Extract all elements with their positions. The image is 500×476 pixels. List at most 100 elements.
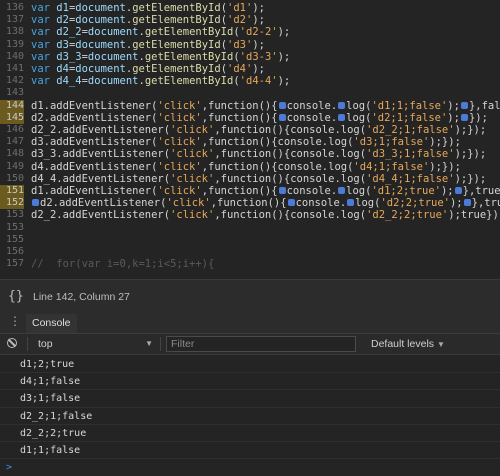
message-divider xyxy=(0,423,500,425)
inline-breakpoint-icon[interactable] xyxy=(287,199,295,207)
code-line[interactable]: 150 d4_4.addEventListener('click',functio… xyxy=(0,173,500,185)
code-line[interactable]: 153 xyxy=(0,222,500,234)
breakpoint-line-number[interactable]: 152 xyxy=(0,197,24,210)
code-line[interactable]: 146 d2_2.addEventListener('click',functio… xyxy=(0,124,500,136)
code-token: 'click' xyxy=(170,172,215,185)
inline-breakpoint-icon[interactable] xyxy=(338,187,346,194)
code-token: ,function(){ xyxy=(201,185,278,197)
code-token: var xyxy=(31,50,57,63)
log-levels-dropdown[interactable]: Default levels ▼ xyxy=(371,337,445,352)
code-token: getElementById xyxy=(144,26,234,39)
code-text: d4.addEventListener('click',function(){c… xyxy=(31,161,461,173)
tab-console[interactable]: Console xyxy=(26,314,77,333)
breakpoint-line-number[interactable]: 145 xyxy=(0,111,24,124)
line-number[interactable]: 153 xyxy=(0,209,24,221)
code-line[interactable]: 145 d2.addEventListener('click',function(… xyxy=(0,111,500,124)
line-number[interactable]: 141 xyxy=(0,63,24,75)
inline-breakpoint-icon[interactable] xyxy=(338,113,346,121)
code-text: var d2_2=document.getElementById('d2-2')… xyxy=(31,26,290,38)
code-line[interactable]: 137 var d2=document.getElementById('d2'); xyxy=(0,14,500,26)
code-token: 'd3_3;1;false' xyxy=(366,148,455,161)
code-line[interactable]: 140 var d3_3=document.getElementById('d3-… xyxy=(0,51,500,63)
line-number[interactable]: 139 xyxy=(0,39,24,51)
inline-breakpoint-icon[interactable] xyxy=(32,199,39,207)
code-token: ,function(){console.log( xyxy=(214,148,367,161)
line-number[interactable]: 147 xyxy=(0,136,24,148)
context-selector[interactable]: top ▼ xyxy=(38,337,153,351)
code-editor[interactable]: 136 var d1=document.getElementById('d1');… xyxy=(0,0,500,279)
inline-breakpoint-icon[interactable] xyxy=(460,101,468,109)
toolbar-divider xyxy=(160,337,161,351)
inline-breakpoint-icon[interactable] xyxy=(463,199,471,207)
line-number[interactable]: 150 xyxy=(0,173,24,185)
code-token: console. xyxy=(286,111,338,124)
inline-breakpoint-icon[interactable] xyxy=(347,199,355,207)
line-number[interactable]: 137 xyxy=(0,14,24,26)
breakpoint-line-number[interactable]: 151 xyxy=(0,185,24,197)
line-number[interactable]: 146 xyxy=(0,124,24,136)
code-line[interactable]: 147 d3.addEventListener('click',function(… xyxy=(0,136,500,148)
filter-input[interactable]: Filter xyxy=(166,336,356,352)
code-line[interactable]: 157 // for(var i=0,k=1;i<5;i++){ xyxy=(0,258,500,270)
code-line[interactable]: 149 d4.addEventListener('click',function(… xyxy=(0,161,500,173)
pretty-print-icon[interactable]: {} xyxy=(8,289,24,304)
inline-breakpoint-icon[interactable] xyxy=(278,187,286,194)
code-token: 'd4;1;false' xyxy=(353,160,430,173)
code-line[interactable]: 141 var d4=document.getElementById('d4'); xyxy=(0,63,500,75)
code-token: console. xyxy=(286,99,338,112)
code-text: d4_4.addEventListener('click',function()… xyxy=(31,173,486,185)
line-number[interactable]: 155 xyxy=(0,234,24,246)
code-token: 'd2;1;false' xyxy=(371,111,448,124)
log-levels-label: Default levels xyxy=(371,338,435,350)
code-line[interactable]: 155 xyxy=(0,234,500,246)
drawer-menu-icon[interactable]: ⋮ xyxy=(9,314,21,328)
inline-breakpoint-icon[interactable] xyxy=(278,113,286,121)
code-line[interactable]: 148 d3_3.addEventListener('click',functio… xyxy=(0,148,500,160)
code-token: d3.addEventListener( xyxy=(31,136,158,149)
line-number[interactable]: 143 xyxy=(0,87,24,99)
inline-breakpoint-icon[interactable] xyxy=(278,101,286,109)
console-message: d3;1;false xyxy=(20,393,81,405)
line-number[interactable]: 138 xyxy=(0,26,24,38)
code-line[interactable]: 138 var d2_2=document.getElementById('d2-… xyxy=(0,26,500,38)
line-number[interactable]: 156 xyxy=(0,246,24,258)
line-number[interactable]: 153 xyxy=(0,222,24,234)
inline-breakpoint-icon[interactable] xyxy=(460,113,468,121)
console-message: d1;1;false xyxy=(20,445,81,456)
code-line[interactable]: 139 var d3=document.getElementById('d3'); xyxy=(0,39,500,51)
line-number[interactable]: 149 xyxy=(0,161,24,173)
line-number[interactable]: 136 xyxy=(0,2,24,14)
code-token: 'd4' xyxy=(227,63,253,75)
line-number[interactable]: 148 xyxy=(0,148,24,160)
code-token: 'd1;2;true' xyxy=(371,185,441,197)
console-toolbar: top ▼ Filter Default levels ▼ xyxy=(0,334,500,355)
code-token: d3_3 xyxy=(56,50,82,63)
code-line[interactable]: 153 d2_2.addEventListener('click',functio… xyxy=(0,209,500,221)
code-line[interactable]: 156 xyxy=(0,246,500,258)
breakpoint-line-number[interactable]: 144 xyxy=(0,99,24,112)
message-divider xyxy=(0,441,500,442)
line-number[interactable]: 157 xyxy=(0,258,24,270)
code-token: var xyxy=(31,63,57,75)
code-token: 'click' xyxy=(157,160,202,173)
code-line[interactable]: 142 var d4_4=document.getElementById('d4-… xyxy=(0,75,500,87)
code-line[interactable]: 144 d1.addEventListener('click',function(… xyxy=(0,99,500,112)
console-message: d4;1;false xyxy=(20,376,81,388)
line-number[interactable]: 142 xyxy=(0,75,24,87)
code-token: },true); xyxy=(462,185,500,197)
code-token: var xyxy=(31,26,57,39)
code-line[interactable]: 143 xyxy=(0,87,500,99)
inline-breakpoint-icon[interactable] xyxy=(454,187,462,194)
line-number[interactable]: 140 xyxy=(0,51,24,63)
code-token: var xyxy=(31,75,57,88)
code-token: document xyxy=(75,38,126,51)
code-token: getElementById xyxy=(132,63,221,75)
code-line[interactable]: 151 d1.addEventListener('click',function(… xyxy=(0,185,500,197)
console-prompt[interactable]: > xyxy=(6,462,12,473)
inline-breakpoint-icon[interactable] xyxy=(338,101,346,109)
clear-console-icon[interactable] xyxy=(7,338,17,348)
code-line[interactable]: 152 d2.addEventListener('click',function(… xyxy=(0,197,500,210)
code-token: 'd2-2' xyxy=(239,26,278,39)
code-token: );true}); xyxy=(448,209,500,222)
code-line[interactable]: 136 var d1=document.getElementById('d1'); xyxy=(0,2,500,14)
